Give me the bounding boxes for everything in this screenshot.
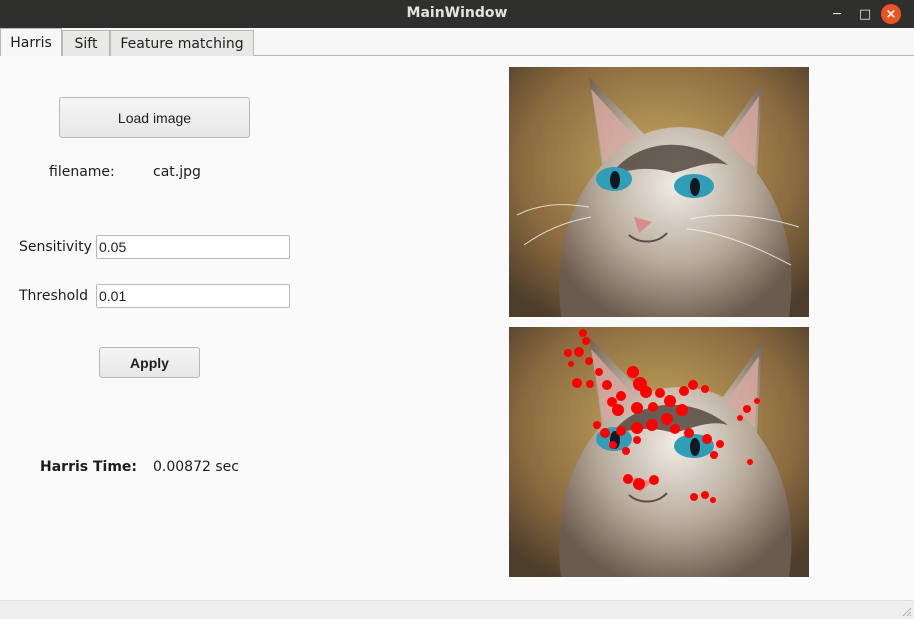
tab-harris[interactable]: Harris [0,28,62,56]
harris-time-value: 0.00872 sec [153,459,239,475]
sensitivity-input[interactable] [96,235,290,259]
harris-time-label: Harris Time: [40,459,138,475]
original-image [509,67,809,317]
maximize-icon[interactable]: □ [855,4,875,24]
harris-tab-panel: Load image filename: cat.jpg Sensitivity… [0,56,914,600]
harris-result-image [509,327,809,577]
tab-sift[interactable]: Sift [62,30,110,57]
resize-grip-icon[interactable] [902,607,912,617]
cat-photo [509,67,809,317]
threshold-input[interactable] [96,284,290,308]
minimize-icon[interactable]: ─ [827,4,847,24]
tab-bar: Harris Sift Feature matching [0,28,914,57]
status-bar [0,600,914,619]
filename-value: cat.jpg [153,164,201,180]
sensitivity-label: Sensitivity [19,239,92,255]
title-bar[interactable]: MainWindow ─ □ × [0,0,914,28]
cat-photo-with-corners [509,327,809,577]
threshold-label: Threshold [19,288,88,304]
close-icon[interactable]: × [881,4,901,24]
filename-label: filename: [49,164,115,180]
window-title: MainWindow [406,5,508,21]
tab-feature-matching[interactable]: Feature matching [110,30,254,57]
main-window: MainWindow ─ □ × Harris Sift Feature mat… [0,0,914,619]
apply-button[interactable]: Apply [99,347,200,378]
load-image-button[interactable]: Load image [59,97,250,138]
